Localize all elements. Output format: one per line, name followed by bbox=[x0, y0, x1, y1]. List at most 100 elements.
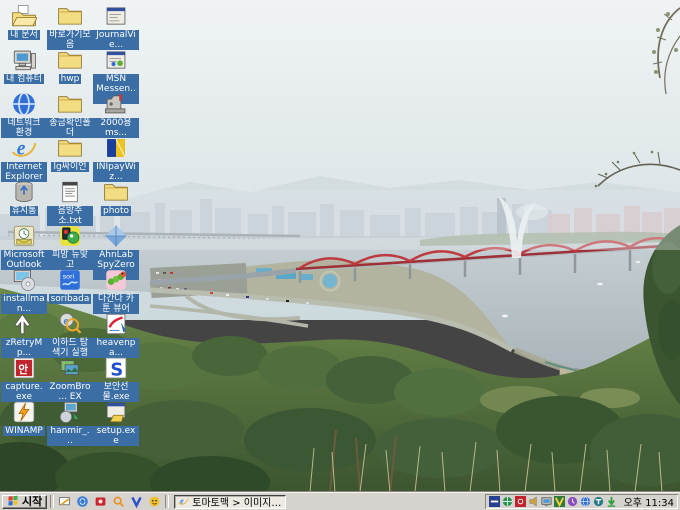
desktop-icon[interactable]: ZoomBro... EX bbox=[47, 355, 93, 399]
desktop-icon[interactable]: hwp bbox=[47, 47, 93, 91]
ie-small-icon: e bbox=[178, 495, 189, 509]
desktop-icon[interactable]: 내 컴퓨터 bbox=[1, 47, 47, 91]
sync-quicklaunch-icon[interactable] bbox=[75, 495, 90, 509]
ie-icon: e bbox=[11, 135, 37, 161]
desktop-icon-label: WINAMP bbox=[3, 426, 45, 436]
messenger-quicklaunch-icon[interactable] bbox=[147, 495, 162, 509]
desktop-icon[interactable]: S보안선물.exe bbox=[93, 355, 139, 399]
desktop-icon[interactable]: eInternet Explorer bbox=[1, 135, 47, 179]
windows-logo-icon bbox=[7, 495, 19, 508]
setup-icon bbox=[103, 399, 129, 425]
e-search-icon: e bbox=[57, 311, 83, 337]
desktop-icon[interactable]: 다간다 카툰 뷰어 bbox=[93, 267, 139, 311]
folder-icon bbox=[57, 3, 83, 29]
device-icon bbox=[103, 91, 129, 117]
desktop-screen: 내 문서 바로가기모음JournalVie... 내 컴퓨터 hwp MSN Messe… bbox=[0, 0, 680, 510]
desktop-icon[interactable]: INIpayWiz... bbox=[93, 135, 139, 179]
game-cards-icon bbox=[57, 223, 83, 249]
desktop-icon-label: 내 문서 bbox=[8, 30, 40, 40]
desktop-icon[interactable]: AhnLab SpyZero 2.0 bbox=[93, 223, 139, 267]
app-window-icon bbox=[103, 3, 129, 29]
hand-cursor-icon bbox=[11, 311, 37, 337]
desktop-icon[interactable]: JournalVie... bbox=[93, 3, 139, 47]
desktop-icon-label: hwp bbox=[59, 74, 82, 84]
svg-text:안: 안 bbox=[18, 363, 28, 376]
tray-network-icon[interactable] bbox=[580, 496, 592, 508]
msn-window-icon bbox=[103, 47, 129, 73]
network-icon bbox=[11, 91, 37, 117]
desktop-icon-label: hanmir_... bbox=[47, 426, 93, 446]
ahnlab-an-icon: 안 bbox=[11, 355, 37, 381]
desktop-icon[interactable]: 바로가기모음 bbox=[47, 3, 93, 47]
tray-display-icon[interactable] bbox=[541, 496, 553, 508]
installer2-icon bbox=[57, 399, 83, 425]
folder-icon bbox=[57, 47, 83, 73]
tray-icons bbox=[489, 496, 618, 508]
desktop-icon[interactable]: MSN Messen... bbox=[93, 47, 139, 91]
tray-ime-icon[interactable] bbox=[489, 496, 501, 508]
system-tray: 오후 11:34 bbox=[485, 494, 678, 509]
desktop-icon-label: lg싸이언 bbox=[51, 162, 88, 172]
desktop-icon[interactable]: 안capture.exe bbox=[1, 355, 47, 399]
folder-icon bbox=[57, 91, 83, 117]
media-player-quicklaunch-icon[interactable] bbox=[93, 495, 108, 509]
winamp-icon bbox=[11, 399, 37, 425]
desktop-icon-label: 휴지통 bbox=[10, 206, 39, 216]
tray-t-service-icon[interactable] bbox=[593, 496, 605, 508]
desktop-icon[interactable]: heavenpa... bbox=[93, 311, 139, 355]
desktop-icon-grid: 내 문서 바로가기모음JournalVie... 내 컴퓨터 hwp MSN Messe… bbox=[1, 3, 139, 443]
tray-downloader-icon[interactable] bbox=[606, 496, 618, 508]
start-button[interactable]: 시작 bbox=[2, 495, 47, 509]
taskbar-clock[interactable]: 오후 11:34 bbox=[624, 494, 674, 509]
folder-icon bbox=[103, 179, 129, 205]
tray-scheduler-icon[interactable] bbox=[567, 496, 579, 508]
cartoon-icon bbox=[103, 267, 129, 293]
tray-volume-icon[interactable] bbox=[528, 496, 540, 508]
desktop-icon[interactable]: installman... bbox=[1, 267, 47, 311]
desktop-icon[interactable]: 2000용ms... bbox=[93, 91, 139, 135]
folder-open-icon bbox=[11, 3, 37, 29]
show-desktop-quicklaunch-icon[interactable] bbox=[57, 495, 72, 509]
text-file-icon bbox=[57, 179, 83, 205]
recycle-bin-icon bbox=[11, 179, 37, 205]
desktop-icon[interactable]: zRetryMp... bbox=[1, 311, 47, 355]
svg-text:sori: sori bbox=[63, 272, 75, 280]
desktop-icon[interactable]: photo bbox=[93, 179, 139, 223]
outlook-icon bbox=[11, 223, 37, 249]
desktop-icon-label: photo bbox=[101, 206, 131, 216]
desktop-icon[interactable]: 휴지통 bbox=[1, 179, 47, 223]
desktop-icon[interactable]: 송금확인폴더 bbox=[47, 91, 93, 135]
desktop-icon[interactable]: sori soribada bbox=[47, 267, 93, 311]
s-logo-icon: S bbox=[103, 355, 129, 381]
soribada-icon: sori bbox=[57, 267, 83, 293]
desktop-icon-label: 내 컴퓨터 bbox=[4, 74, 44, 84]
desktop-icon[interactable]: hanmir_... bbox=[47, 399, 93, 443]
taskbar-divider bbox=[50, 495, 54, 508]
desktop-icon[interactable]: WINAMP bbox=[1, 399, 47, 443]
inipay-icon bbox=[103, 135, 129, 161]
photo-stack-icon bbox=[57, 355, 83, 381]
task-button-area: e토마토맥 > 이미지방 1... bbox=[174, 495, 286, 509]
desktop-icon[interactable]: e이하드 탐색기 실행 bbox=[47, 311, 93, 355]
v-launcher-quicklaunch-icon[interactable] bbox=[129, 495, 144, 509]
desktop-icon[interactable]: lg싸이언 bbox=[47, 135, 93, 179]
desktop-icon[interactable]: 음방주소.txt bbox=[47, 179, 93, 223]
desktop-icon[interactable]: setup.exe bbox=[93, 399, 139, 443]
desktop-icon[interactable]: 네트워크 환경 bbox=[1, 91, 47, 135]
paint-file-icon bbox=[103, 311, 129, 337]
tray-v3-icon[interactable] bbox=[554, 496, 566, 508]
tray-ahnlab-icon[interactable] bbox=[515, 496, 527, 508]
quick-launch-bar bbox=[57, 495, 162, 509]
tray-globe-icon[interactable] bbox=[502, 496, 514, 508]
desktop-icon[interactable]: 내 문서 bbox=[1, 3, 47, 47]
desktop-icon-label: soribada bbox=[49, 294, 92, 304]
svg-text:S: S bbox=[110, 359, 123, 380]
folder-icon bbox=[57, 135, 83, 161]
search-quicklaunch-icon[interactable] bbox=[111, 495, 126, 509]
desktop-icon[interactable]: 피망 뉴맞고 bbox=[47, 223, 93, 267]
desktop-icon[interactable]: Microsoft Outlook bbox=[1, 223, 47, 267]
task-button[interactable]: e토마토맥 > 이미지방 1... bbox=[174, 495, 286, 509]
desktop-icon-label: setup.exe bbox=[93, 426, 139, 446]
task-button-label: 토마토맥 > 이미지방 1... bbox=[192, 495, 282, 509]
installer-icon bbox=[11, 267, 37, 293]
